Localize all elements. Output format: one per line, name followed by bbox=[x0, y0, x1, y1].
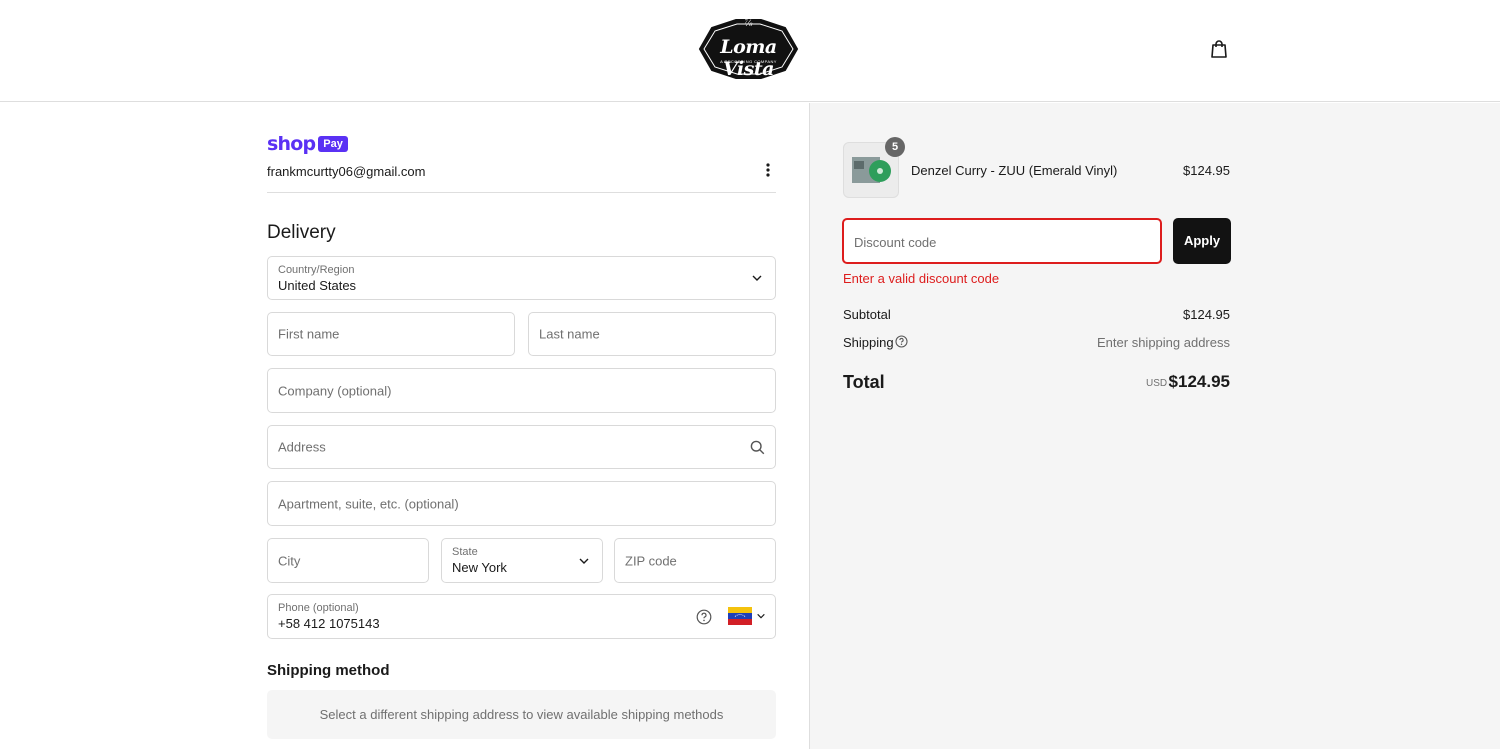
state-value: New York bbox=[452, 560, 507, 575]
last-name-field[interactable]: Last name bbox=[528, 312, 776, 356]
country-code-selector[interactable] bbox=[728, 607, 770, 627]
total-label: Total bbox=[843, 372, 885, 392]
phone-value: +58 412 1075143 bbox=[278, 616, 380, 631]
apartment-placeholder: Apartment, suite, etc. (optional) bbox=[278, 496, 459, 511]
delivery-heading: Delivery bbox=[267, 222, 336, 243]
country-select[interactable]: Country/Region United States bbox=[267, 256, 776, 300]
shop-pay-logo: shop Pay bbox=[267, 133, 348, 155]
total-value: $124.95 bbox=[1168, 372, 1230, 391]
city-placeholder: City bbox=[278, 553, 301, 568]
address-field[interactable]: Address bbox=[267, 425, 776, 469]
first-name-field[interactable]: First name bbox=[267, 312, 515, 356]
phone-label: Phone (optional) bbox=[278, 602, 359, 614]
apartment-field[interactable]: Apartment, suite, etc. (optional) bbox=[267, 481, 776, 526]
zip-placeholder: ZIP code bbox=[625, 553, 677, 568]
chevron-down-icon bbox=[752, 275, 762, 281]
shipping-help-icon[interactable] bbox=[895, 335, 908, 348]
first-name-placeholder: First name bbox=[278, 326, 340, 342]
loma-vista-logo[interactable]: ⅞ Loma Vista A RECORDING COMPANY bbox=[698, 16, 799, 82]
search-icon[interactable] bbox=[750, 440, 765, 455]
kebab-menu-icon[interactable] bbox=[760, 162, 776, 178]
state-select[interactable]: State New York bbox=[441, 538, 603, 583]
shipping-value: Enter shipping address bbox=[1097, 335, 1230, 350]
venezuela-flag-icon bbox=[728, 607, 752, 625]
country-value: United States bbox=[278, 278, 357, 293]
product-name: Denzel Curry - ZUU (Emerald Vinyl) bbox=[911, 163, 1118, 178]
shop-pay-pay-badge: Pay bbox=[318, 136, 348, 152]
discount-code-placeholder: Discount code bbox=[854, 235, 937, 250]
chevron-down-icon bbox=[579, 558, 589, 564]
company-placeholder: Company (optional) bbox=[278, 383, 392, 398]
apply-button[interactable]: Apply bbox=[1173, 218, 1231, 264]
shop-pay-shop-text: shop bbox=[267, 133, 316, 155]
quantity-badge: 5 bbox=[885, 137, 905, 157]
discount-error-message: Enter a valid discount code bbox=[843, 271, 1000, 286]
divider bbox=[267, 192, 776, 193]
state-label: State bbox=[452, 546, 478, 558]
shipping-method-heading: Shipping method bbox=[267, 662, 390, 679]
chevron-down-icon bbox=[757, 613, 765, 619]
shipping-method-notice: Select a different shipping address to v… bbox=[267, 690, 776, 739]
header: ⅞ Loma Vista A RECORDING COMPANY bbox=[0, 0, 1500, 102]
logo-fraction: ⅞ bbox=[744, 19, 753, 28]
shipping-method-message: Select a different shipping address to v… bbox=[319, 707, 724, 722]
subtotal-label: Subtotal bbox=[843, 307, 891, 322]
city-field[interactable]: City bbox=[267, 538, 429, 583]
phone-field[interactable]: Phone (optional) +58 412 1075143 bbox=[267, 594, 776, 639]
logo-subtext: A RECORDING COMPANY bbox=[720, 59, 777, 64]
shopping-bag-icon[interactable] bbox=[1210, 39, 1228, 59]
subtotal-value: $124.95 bbox=[1183, 307, 1230, 322]
last-name-placeholder: Last name bbox=[539, 326, 600, 342]
account-email: frankmcurtty06@gmail.com bbox=[267, 164, 426, 179]
help-circle-icon[interactable] bbox=[696, 609, 712, 625]
shipping-label: Shipping bbox=[843, 335, 894, 350]
company-field[interactable]: Company (optional) bbox=[267, 368, 776, 413]
zip-field[interactable]: ZIP code bbox=[614, 538, 776, 583]
product-price: $124.95 bbox=[1183, 163, 1230, 178]
country-label: Country/Region bbox=[278, 264, 355, 276]
discount-code-input[interactable]: Discount code bbox=[842, 218, 1162, 264]
logo-wordmark: Loma Vista bbox=[720, 36, 777, 80]
order-summary-column bbox=[810, 103, 1500, 749]
address-placeholder: Address bbox=[278, 439, 326, 455]
